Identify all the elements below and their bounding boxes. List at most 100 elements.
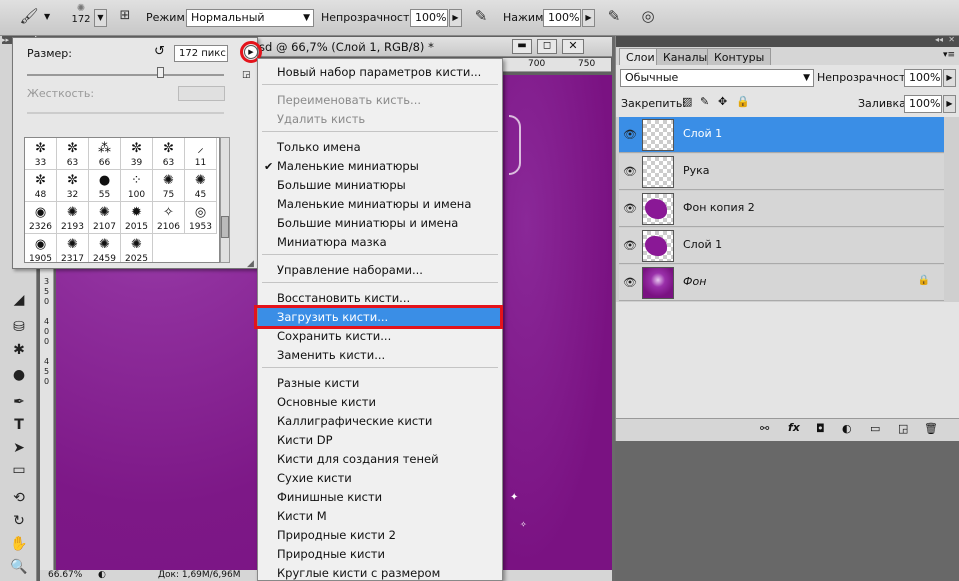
menu-item[interactable]: Новый набор параметров кисти... [258, 63, 502, 82]
eye-icon[interactable]: 👁 [621, 237, 639, 255]
brush-tool-icon[interactable]: 🖌 [18, 6, 40, 28]
fx-icon[interactable]: fx [788, 421, 800, 434]
paint-bucket-tool-icon[interactable]: ⛁ [8, 316, 30, 338]
menu-item[interactable]: ✔ Маленькие миниатюры [258, 157, 502, 176]
tablet-pressure-icon[interactable]: ◎ [637, 6, 659, 28]
zoom-tool-icon[interactable]: 🔍 [8, 556, 30, 578]
blend-mode-select[interactable]: Обычные ▼ [620, 69, 814, 87]
brush-preset[interactable]: ✼ 32 [57, 170, 89, 202]
panel-close-icon[interactable]: ✕ [948, 35, 955, 44]
layer-name[interactable]: Рука [683, 164, 710, 177]
menu-item[interactable]: Большие миниатюры и имена [258, 214, 502, 233]
status-info-icon[interactable]: ◐ [98, 570, 106, 581]
menu-item[interactable]: Сохранить кисти... [258, 327, 502, 346]
fill-input[interactable]: 100% [904, 95, 942, 113]
tab-channels[interactable]: Каналы [656, 48, 715, 65]
brush-preset[interactable]: ✼ 33 [25, 138, 57, 170]
eye-icon[interactable]: 👁 [621, 274, 639, 292]
dodge-tool-icon[interactable]: ● [8, 364, 30, 386]
pen-tool-icon[interactable]: ✒ [8, 391, 30, 413]
brush-preset[interactable]: ⁂ 66 [89, 138, 121, 170]
document-tab[interactable]: sd @ 66,7% (Слой 1, RGB/8) * [256, 37, 612, 57]
rectangle-tool-icon[interactable]: ▭ [8, 459, 30, 481]
layer-name[interactable]: Фон [683, 275, 706, 288]
mode-select[interactable]: Нормальный ▼ [186, 9, 314, 27]
eye-icon[interactable]: 👁 [621, 163, 639, 181]
brush-preset[interactable]: ✼ 39 [121, 138, 153, 170]
opacity-slider-arrow[interactable]: ▶ [449, 9, 462, 27]
menu-item[interactable]: Заменить кисти... [258, 346, 502, 365]
fill-arrow[interactable]: ▶ [943, 95, 956, 113]
menu-item[interactable]: Природные кисти 2 [258, 526, 502, 545]
lock-transparency-icon[interactable]: ▨ [682, 95, 692, 108]
brush-preset[interactable]: ⸝ 11 [185, 138, 217, 170]
menu-item[interactable]: Природные кисти [258, 545, 502, 564]
add-mask-icon[interactable]: ◘ [816, 422, 825, 435]
preset-scrollbar-thumb[interactable] [221, 216, 229, 238]
layer-row[interactable]: 👁 Фон 🔒 [619, 265, 944, 301]
brush-preset[interactable]: ✺ 2107 [89, 202, 121, 234]
blur-tool-icon[interactable]: ✱ [8, 339, 30, 361]
menu-item[interactable]: Переименовать кисть... [258, 91, 502, 110]
layer-row[interactable]: 👁 Фон копия 2 [619, 191, 944, 227]
new-group-icon[interactable]: ▭ [870, 422, 880, 435]
panel-collapse-icon[interactable]: ◂◂ [935, 35, 943, 44]
menu-item[interactable]: Управление наборами... [258, 261, 502, 280]
menu-item[interactable]: Кисти для создания теней [258, 450, 502, 469]
zoom-level[interactable]: 66.67% [48, 570, 82, 581]
airbrush-icon[interactable]: ✎ [470, 6, 492, 28]
menu-item[interactable]: Кисти DP [258, 431, 502, 450]
brush-preset[interactable]: ◎ 1953 [185, 202, 217, 234]
size-slider-thumb[interactable] [157, 67, 164, 78]
eye-icon[interactable]: 👁 [621, 200, 639, 218]
pressure-input[interactable]: 100% [543, 9, 581, 27]
layer-name[interactable]: Фон копия 2 [683, 201, 755, 214]
menu-item[interactable]: Сухие кисти [258, 469, 502, 488]
layer-row[interactable]: 👁 Рука [619, 154, 944, 190]
brush-picker-arrow[interactable]: ▼ [94, 9, 107, 27]
menu-item[interactable]: Большие миниатюры [258, 176, 502, 195]
brush-preset[interactable]: ✺ 45 [185, 170, 217, 202]
layer-opacity-arrow[interactable]: ▶ [943, 69, 956, 87]
eye-icon[interactable]: 👁 [621, 126, 639, 144]
brush-preset[interactable]: ✺ 2459 [89, 234, 121, 262]
minimize-button[interactable]: ▬ [512, 39, 532, 54]
hardness-input[interactable] [178, 86, 225, 101]
menu-item[interactable]: Загрузить кисти... [258, 308, 502, 327]
panel-menu-icon[interactable]: ▾≡ [943, 50, 955, 60]
menu-item[interactable]: Удалить кисть [258, 110, 502, 129]
layer-opacity-input[interactable]: 100% [904, 69, 942, 87]
eraser-tool-icon[interactable]: ◢ [8, 289, 30, 311]
layer-name[interactable]: Слой 1 [683, 127, 722, 140]
adjustment-layer-icon[interactable]: ◐ [842, 422, 852, 435]
tab-paths[interactable]: Контуры [707, 48, 772, 65]
layer-row[interactable]: 👁 Слой 1 [619, 117, 944, 153]
brush-preset[interactable]: ◉ 1905 [25, 234, 57, 262]
tool-preset-dropdown-icon[interactable]: ▼ [44, 12, 50, 21]
menu-item[interactable]: Восстановить кисти... [258, 289, 502, 308]
menu-item[interactable]: Каллиграфические кисти [258, 412, 502, 431]
brush-preset[interactable]: ✼ 63 [153, 138, 185, 170]
brush-panel-toggle-icon[interactable]: ⊞ [114, 6, 136, 28]
trash-icon[interactable]: 🗑 [924, 422, 938, 435]
3d-orbit-tool-icon[interactable]: ↻ [8, 510, 30, 532]
3d-rotate-tool-icon[interactable]: ⟲ [8, 487, 30, 509]
brush-preset[interactable]: ● 55 [89, 170, 121, 202]
brush-preset[interactable]: ⁘ 100 [121, 170, 153, 202]
menu-item[interactable]: Миниатюра мазка [258, 233, 502, 252]
size-slider-track[interactable] [27, 74, 224, 76]
menu-item[interactable]: Маленькие миниатюры и имена [258, 195, 502, 214]
menu-item[interactable]: Только имена [258, 138, 502, 157]
opacity-input[interactable]: 100% [410, 9, 448, 27]
hand-tool-icon[interactable]: ✋ [8, 533, 30, 555]
brush-preset[interactable]: ✺ 75 [153, 170, 185, 202]
menu-item[interactable]: Разные кисти [258, 374, 502, 393]
path-select-tool-icon[interactable]: ➤ [8, 437, 30, 459]
lock-all-icon[interactable]: 🔒 [736, 95, 750, 108]
new-preset-icon[interactable]: ◲ [242, 70, 251, 80]
brush-preset[interactable]: ✼ 63 [57, 138, 89, 170]
link-layers-icon[interactable]: ⚯ [760, 422, 769, 435]
brush-preset[interactable]: ✺ 2025 [121, 234, 153, 262]
pressure-slider-arrow[interactable]: ▶ [582, 9, 595, 27]
menu-item[interactable]: Кисти M [258, 507, 502, 526]
